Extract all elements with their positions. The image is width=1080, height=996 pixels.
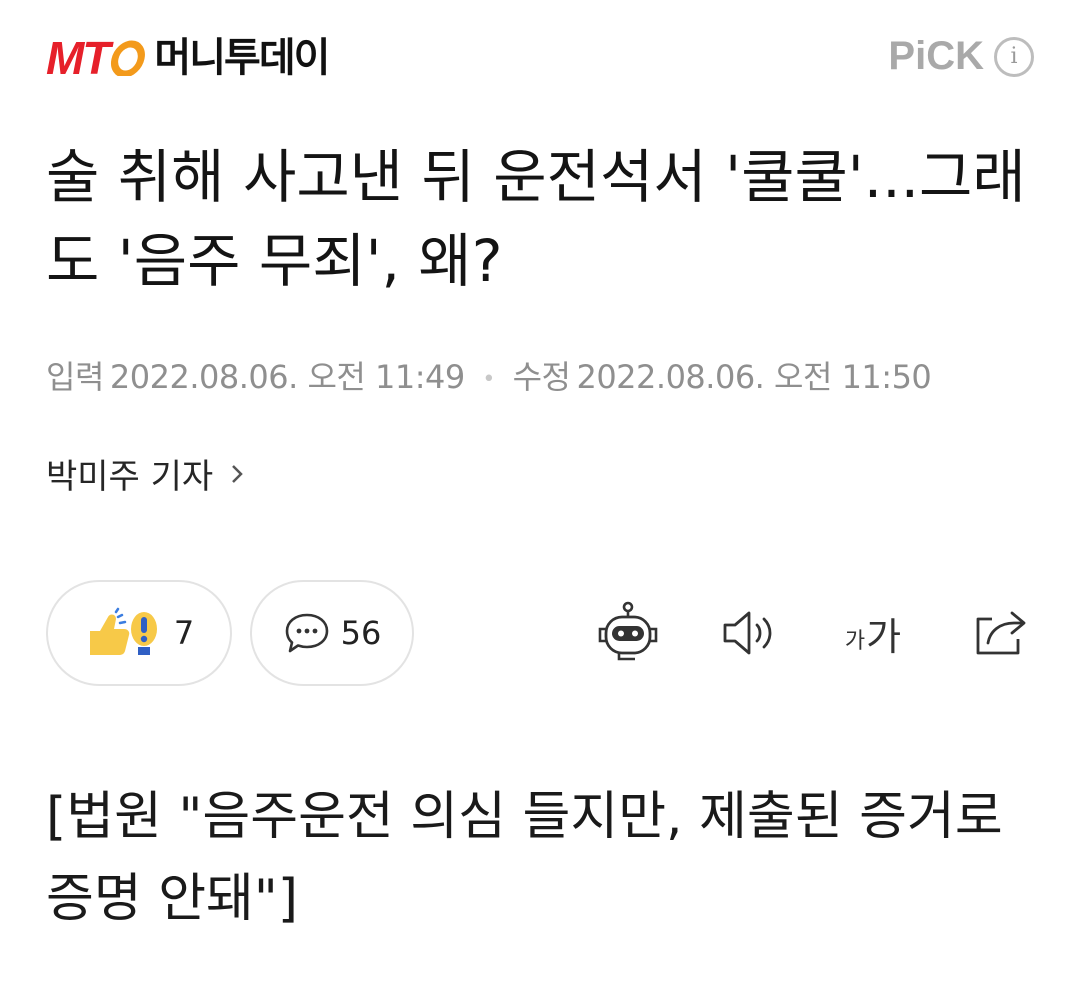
info-icon[interactable]: i (994, 36, 1034, 77)
reporter-link[interactable]: 박미주 기자 (46, 449, 249, 498)
action-bar: 7 56 가가 (0, 580, 1080, 690)
comment-icon (285, 613, 328, 653)
modified-datetime: 2022.08.06. 오전 11:50 (576, 358, 932, 396)
input-datetime: 2022.08.06. 오전 11:49 (109, 358, 465, 396)
comment-button[interactable]: 56 (250, 580, 414, 686)
header: MT 머니투데이 PiCK i (0, 0, 1080, 110)
share-button[interactable] (968, 600, 1032, 666)
article-title: 술 취해 사고낸 뒤 운전석서 '쿨쿨'...그래도 '음주 무죄', 왜? (46, 143, 1026, 295)
pick-label: PiCK (888, 34, 984, 78)
comment-count: 56 (340, 614, 382, 652)
logo-name: 머니투데이 (154, 35, 330, 81)
read-aloud-button[interactable] (720, 600, 780, 666)
font-size-button[interactable]: 가가 (838, 600, 908, 666)
chevron-right-icon (232, 464, 243, 483)
reaction-button[interactable]: 7 (46, 580, 232, 686)
summary-bot-icon (598, 601, 658, 661)
summary-bot-button[interactable] (594, 600, 662, 666)
share-icon (976, 611, 1026, 655)
speaker-icon (723, 611, 772, 655)
pick-badge[interactable]: PiCK i (888, 34, 1034, 79)
article-dates: 입력 2022.08.06. 오전 11:49 • 수정 2022.08.06. 오… (46, 352, 932, 398)
modified-label: 수정 (512, 358, 571, 396)
font-size-big-glyph: 가 (866, 614, 902, 659)
font-size-small-glyph: 가 (844, 629, 866, 654)
logo-o-icon (110, 40, 146, 78)
reporter-name: 박미주 기자 (46, 457, 214, 497)
press-logo[interactable]: MT 머니투데이 (46, 30, 330, 86)
article-subtitle: [법원 "음주운전 의심 들지만, 제출된 증거로 증명 안돼"] (46, 787, 1003, 929)
input-label: 입력 (46, 358, 104, 396)
separator-dot: • (482, 366, 495, 392)
reaction-icon (89, 607, 157, 655)
reaction-count: 7 (173, 614, 195, 652)
logo-mark: MT (46, 32, 110, 84)
